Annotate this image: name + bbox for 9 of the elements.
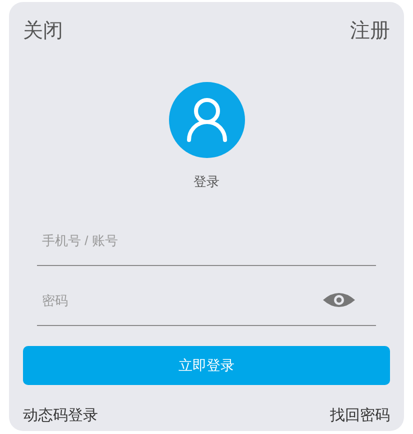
account-field[interactable]: 手机号 / 账号 [42,232,356,248]
user-avatar-icon [168,82,244,158]
close-link[interactable]: 关闭 [23,16,63,44]
forgot-password-link[interactable]: 找回密码 [330,405,390,425]
login-title: 登录 [194,174,220,192]
eye-icon[interactable] [322,291,356,309]
sms-login-link[interactable]: 动态码登录 [23,405,98,425]
password-field[interactable]: 密码 [42,292,322,308]
register-link[interactable]: 注册 [350,16,390,44]
